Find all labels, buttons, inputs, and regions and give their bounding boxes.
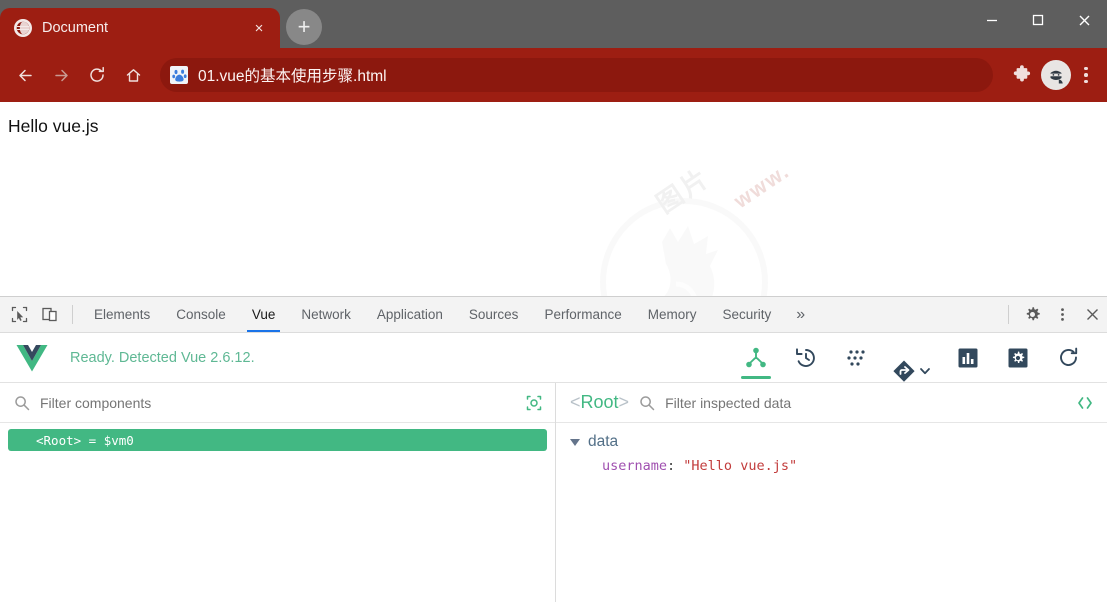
devtools-more-menu[interactable] [1047, 297, 1077, 332]
caret-down-icon[interactable] [570, 438, 580, 446]
inspected-component-name: <Root> [570, 392, 629, 413]
gear-icon[interactable] [1017, 297, 1047, 332]
inspected-data-content: data username: "Hello vue.js" [556, 423, 1107, 602]
search-icon [14, 395, 30, 411]
window-controls [969, 0, 1107, 40]
vue-devtools-toolbar: Ready. Detected Vue 2.6.12. [0, 333, 1107, 383]
tree-item-root[interactable]: <Root> = $vm0 [8, 429, 547, 451]
avatar[interactable] [1041, 60, 1071, 90]
devtools-tab-sources[interactable]: Sources [456, 297, 532, 332]
devtools-tab-memory[interactable]: Memory [635, 297, 710, 332]
search-icon [639, 395, 655, 411]
angle-brackets-icon[interactable] [1075, 395, 1095, 411]
devtools-close-icon[interactable] [1077, 297, 1107, 332]
component-tree-list: <Root> = $vm0 [0, 423, 555, 602]
property-separator: : [667, 458, 684, 474]
vue-refresh-button[interactable] [1043, 333, 1093, 383]
tab-title: Document [42, 20, 109, 36]
devtools-tab-network[interactable]: Network [288, 297, 364, 332]
reload-button[interactable] [80, 58, 114, 92]
watermark-horse-logo [600, 198, 768, 296]
page-content-text: Hello vue.js [8, 116, 99, 136]
vue-vuex-tab[interactable] [831, 333, 881, 383]
puzzle-icon[interactable] [1005, 58, 1039, 92]
bracket-open: < [570, 392, 581, 412]
component-filter-row [0, 383, 555, 423]
kebab-dot [1084, 73, 1088, 77]
vue-panel-body: <Root> = $vm0 <Root> [0, 383, 1107, 602]
kebab-dot [1084, 66, 1088, 71]
toolbar-divider [1008, 305, 1009, 324]
devtools-tab-elements[interactable]: Elements [81, 297, 163, 332]
browser-window: Document × + 01.vue的基本使用步骤.html Hello vu… [0, 0, 1107, 602]
devtools-tabbar: Elements Console Vue Network Application… [0, 297, 1107, 333]
close-window-button[interactable] [1061, 0, 1107, 40]
inspected-data-pane: <Root> Filter inspected data data userna… [556, 383, 1107, 602]
watermark-url-text: www. [730, 159, 795, 214]
bracket-close: > [618, 392, 630, 412]
url-text: 01.vue的基本使用步骤.html [198, 68, 387, 85]
home-button[interactable] [116, 58, 150, 92]
vue-performance-tab[interactable] [943, 333, 993, 383]
property-value: "Hello vue.js" [683, 458, 798, 474]
devtools-tab-performance[interactable]: Performance [531, 297, 634, 332]
vue-logo [16, 344, 48, 372]
vue-routing-group[interactable] [881, 359, 943, 383]
minimize-button[interactable] [969, 0, 1015, 40]
close-icon[interactable]: × [248, 17, 270, 39]
devtools-tab-console[interactable]: Console [163, 297, 239, 332]
browser-toolbar: 01.vue的基本使用步骤.html [0, 48, 1107, 102]
devtools-panel: Elements Console Vue Network Application… [0, 296, 1107, 602]
vue-components-tab[interactable] [731, 333, 781, 383]
title-bar: Document × + [0, 0, 1107, 48]
chevron-down-icon[interactable] [918, 364, 932, 378]
globe-icon [14, 19, 32, 37]
back-button[interactable] [8, 58, 42, 92]
toolbar-divider [72, 305, 73, 324]
baidu-icon [170, 66, 188, 84]
vue-status-text: Ready. Detected Vue 2.6.12. [70, 349, 255, 366]
devtools-tab-vue[interactable]: Vue [239, 297, 289, 332]
property-key: username [602, 458, 668, 474]
page-viewport: Hello vue.js 图片 www. [0, 102, 1107, 296]
inspected-filter-row: <Root> [556, 383, 1107, 423]
vue-timeline-tab[interactable] [781, 333, 831, 383]
browser-tab-document[interactable]: Document × [0, 8, 280, 48]
component-tree-pane: <Root> = $vm0 [0, 383, 556, 602]
tab-strip: Document × + [0, 0, 322, 48]
vue-settings-tab[interactable] [993, 333, 1043, 383]
new-tab-button[interactable]: + [286, 9, 322, 45]
browser-menu-button[interactable] [1073, 58, 1099, 92]
devtools-tab-security[interactable]: Security [710, 297, 785, 332]
kebab-dot [1084, 79, 1088, 84]
data-group-label: data [588, 433, 619, 450]
maximize-button[interactable] [1015, 0, 1061, 40]
data-group-data[interactable]: data [570, 433, 1107, 451]
inspect-element-icon[interactable] [4, 297, 34, 332]
watermark-cn-text: 图片 [650, 161, 716, 220]
devtools-tab-application[interactable]: Application [364, 297, 456, 332]
vue-tool-tabs [731, 333, 1093, 383]
target-crosshair-icon[interactable] [525, 394, 543, 412]
filter-components-input[interactable] [40, 394, 515, 411]
filter-inspected-data-input[interactable] [665, 394, 1065, 411]
device-toolbar-icon[interactable] [34, 297, 64, 332]
data-property-username[interactable]: username: "Hello vue.js" [602, 458, 1107, 474]
component-name-text: Root [580, 392, 619, 412]
vue-routing-tab[interactable] [892, 359, 916, 383]
address-bar[interactable]: 01.vue的基本使用步骤.html [160, 58, 993, 92]
devtools-tab-overflow[interactable]: » [784, 297, 817, 332]
forward-button[interactable] [44, 58, 78, 92]
